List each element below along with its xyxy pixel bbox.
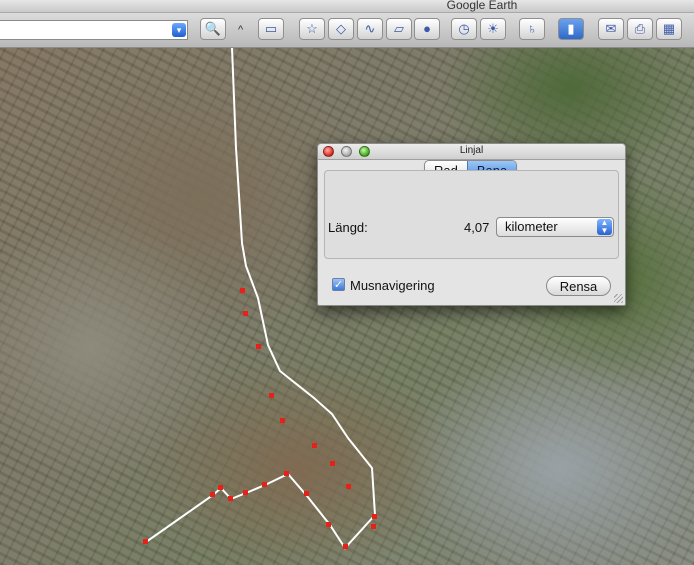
historical-imagery-icon: ◷ (458, 21, 470, 36)
placemark-icon: ☆ (306, 21, 318, 36)
planets-button[interactable]: ♄ (519, 18, 545, 40)
polygon-icon: ◇ (336, 21, 346, 36)
path-point[interactable] (280, 418, 285, 423)
path-point[interactable] (269, 393, 274, 398)
path-point[interactable] (228, 496, 233, 501)
path-point[interactable] (143, 539, 148, 544)
email-icon: ✉ (605, 21, 617, 36)
path-point[interactable] (262, 482, 267, 487)
path-point[interactable] (371, 524, 376, 529)
planets-icon: ♄ (527, 21, 537, 36)
window-title: Google Earth (446, 0, 518, 12)
dropdown-arrow-icon[interactable]: ▾ (172, 23, 186, 37)
view-in-maps-icon: ▦ (662, 21, 676, 36)
path-point[interactable] (346, 484, 351, 489)
map-view[interactable] (0, 48, 694, 565)
record-tour-icon: ● (423, 21, 431, 36)
length-value: 4,07 (464, 220, 490, 235)
collapse-caret[interactable]: ^ (238, 24, 243, 36)
image-overlay-icon: ▱ (394, 21, 404, 36)
search-input[interactable]: ▾ (0, 20, 188, 40)
add-path-button[interactable]: ∿ (357, 18, 383, 40)
print-button[interactable]: ⎙ (627, 18, 653, 40)
path-point[interactable] (218, 485, 223, 490)
add-polygon-button[interactable]: ◇ (328, 18, 354, 40)
resize-grip-icon[interactable] (614, 294, 623, 303)
path-point[interactable] (326, 522, 331, 527)
print-icon: ⎙ (634, 21, 646, 36)
add-image-overlay-button[interactable]: ▱ (386, 18, 412, 40)
toolbar: ▾ 🔍 ^ ▭ ☆ ◇ ∿ ▱ ● ◷ ☀ ♄ ▮ ✉ ⎙ ▦ (0, 13, 694, 48)
ruler-icon: ▮ (567, 21, 575, 36)
sunlight-icon: ☀ (487, 21, 499, 36)
mouse-navigation-checkbox[interactable]: ✓ (332, 278, 345, 291)
record-tour-button[interactable]: ● (414, 18, 440, 40)
search-icon: 🔍 (204, 21, 222, 36)
clear-button[interactable]: Rensa (546, 276, 611, 296)
unit-select[interactable]: kilometer ▲ ▼ (496, 217, 614, 237)
sunlight-button[interactable]: ☀ (480, 18, 506, 40)
window-title-bar: Google Earth (0, 0, 694, 13)
path-point[interactable] (256, 344, 261, 349)
ruler-dialog: Linjal Rad Bana Längd: 4,07 kilometer ▲▼… (317, 143, 626, 306)
ruler-dialog-title-bar[interactable]: Linjal (318, 144, 625, 160)
path-point[interactable] (330, 461, 335, 466)
view-in-maps-button[interactable]: ▦ (656, 18, 682, 40)
ruler-button[interactable]: ▮ (558, 18, 584, 40)
path-point[interactable] (343, 544, 348, 549)
path-point[interactable] (240, 288, 245, 293)
length-label: Längd: (328, 220, 368, 235)
historical-imagery-button[interactable]: ◷ (451, 18, 477, 40)
ruler-dialog-title: Linjal (459, 145, 484, 156)
path-point[interactable] (243, 490, 248, 495)
mouse-navigation-label: Musnavigering (350, 278, 435, 293)
path-point[interactable] (312, 443, 317, 448)
path-points (143, 288, 377, 549)
path-icon: ∿ (364, 21, 376, 36)
email-button[interactable]: ✉ (598, 18, 624, 40)
ruler-content-panel (324, 170, 619, 259)
add-placemark-button[interactable]: ☆ (299, 18, 325, 40)
search-button[interactable]: 🔍 (200, 18, 226, 40)
path-point[interactable] (372, 514, 377, 519)
path-point[interactable] (243, 311, 248, 316)
path-point[interactable] (284, 471, 289, 476)
sidebar-icon: ▭ (264, 21, 278, 36)
measured-path-layer (143, 48, 377, 550)
unit-select-value: kilometer (505, 219, 558, 234)
path-point[interactable] (210, 492, 215, 497)
up-down-arrows-icon: ▲ ▼ (597, 219, 612, 235)
path-point[interactable] (304, 491, 309, 496)
sidebar-button[interactable]: ▭ (258, 18, 284, 40)
